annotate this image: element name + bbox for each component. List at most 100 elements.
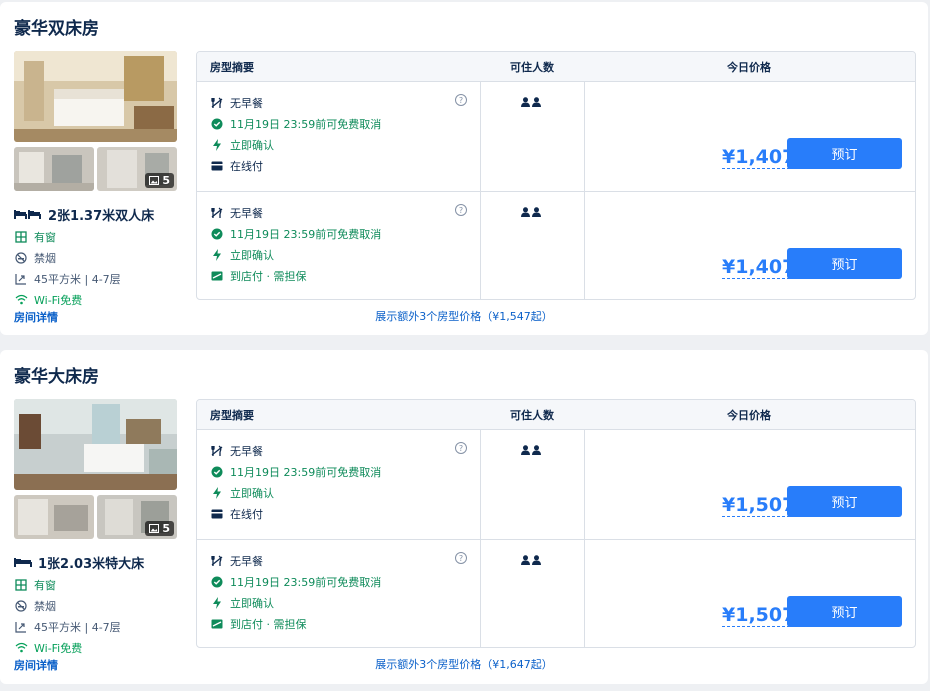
payment-info: 在线付 (210, 503, 381, 524)
wifi-info: Wi-Fi免费 (14, 637, 184, 658)
no-breakfast-icon (210, 206, 223, 219)
check-circle-icon (210, 575, 223, 588)
area-floor-info: 45平方米 | 4-7层 (14, 268, 184, 289)
book-button[interactable]: 预订 (787, 248, 902, 279)
rate-row: 无早餐 11月19日 23:59前可免费取消 立即确认 到店付 · 需担保 ? (197, 191, 915, 299)
rate-table-header: 房型摘要 可住人数 今日价格 (197, 400, 915, 429)
guest-count (521, 96, 541, 110)
room-photo-thumb-bath[interactable] (14, 147, 94, 191)
person-icon (521, 206, 530, 220)
help-icon[interactable]: ? (455, 204, 467, 216)
instant-confirm: 立即确认 (210, 134, 381, 155)
window-info: 有窗 (14, 226, 184, 247)
guest-count (521, 206, 541, 220)
more-rates-link[interactable]: 展示额外3个房型价格（¥1,647起） (0, 656, 928, 672)
price[interactable]: ¥1,407 (722, 146, 796, 169)
check-circle-icon (210, 465, 223, 478)
header-summary: 房型摘要 (210, 60, 254, 74)
lightning-icon (210, 248, 223, 261)
pay-at-hotel-icon (210, 269, 223, 282)
price[interactable]: ¥1,507 (722, 494, 796, 517)
price[interactable]: ¥1,507 (722, 604, 796, 627)
image-icon (149, 524, 160, 533)
image-icon (149, 176, 160, 185)
person-icon (521, 444, 530, 458)
meal-info: 无早餐 (210, 92, 381, 113)
book-button[interactable]: 预订 (787, 486, 902, 517)
wifi-icon (14, 293, 28, 307)
cancel-policy: 11月19日 23:59前可免费取消 (210, 113, 381, 134)
no-smoking-icon (14, 599, 28, 613)
window-icon (14, 578, 28, 592)
room-card-deluxe-king: 豪华大床房 5 1张2.03米特大床 有窗 禁烟 45平方米 | 4-7层 Wi… (0, 350, 928, 684)
check-circle-icon (210, 227, 223, 240)
rate-policy: 无早餐 11月19日 23:59前可免费取消 立即确认 到店付 · 需担保 (210, 550, 381, 634)
lightning-icon (210, 138, 223, 151)
rate-policy: 无早餐 11月19日 23:59前可免费取消 立即确认 到店付 · 需担保 (210, 202, 381, 286)
smoking-info: 禁烟 (14, 595, 184, 616)
room-card-deluxe-twin: 豪华双床房 5 2张1.37米双人床 有窗 禁烟 45平方米 | 4-7层 Wi… (0, 2, 928, 335)
room-photo-thumb-shower[interactable]: 5 (97, 147, 177, 191)
cancel-policy: 11月19日 23:59前可免费取消 (210, 571, 381, 592)
header-price: 今日价格 (727, 408, 771, 422)
room-photo-thumb-shower[interactable]: 5 (97, 495, 177, 539)
rate-table-header: 房型摘要 可住人数 今日价格 (197, 52, 915, 81)
area-icon (14, 272, 28, 286)
person-icon (532, 96, 541, 110)
bed-info: 1张2.03米特大床 (14, 550, 184, 574)
room-photo-main[interactable] (14, 51, 177, 142)
room-title: 豪华大床房 (14, 367, 99, 387)
rate-policy: 无早餐 11月19日 23:59前可免费取消 立即确认 在线付 (210, 92, 381, 176)
help-icon[interactable]: ? (455, 552, 467, 564)
payment-info: 到店付 · 需担保 (210, 613, 381, 634)
no-breakfast-icon (210, 444, 223, 457)
smoking-info: 禁烟 (14, 247, 184, 268)
rate-row: 无早餐 11月19日 23:59前可免费取消 立即确认 在线付 ? (197, 81, 915, 191)
person-icon (532, 206, 541, 220)
help-icon[interactable]: ? (455, 442, 467, 454)
lightning-icon (210, 486, 223, 499)
photo-count-badge: 5 (145, 173, 174, 188)
guest-count (521, 444, 541, 458)
room-photo-thumb-bath[interactable] (14, 495, 94, 539)
person-icon (532, 554, 541, 568)
meal-info: 无早餐 (210, 440, 381, 461)
price[interactable]: ¥1,407 (722, 256, 796, 279)
guest-count (521, 554, 541, 568)
window-info: 有窗 (14, 574, 184, 595)
instant-confirm: 立即确认 (210, 482, 381, 503)
person-icon (521, 96, 530, 110)
no-breakfast-icon (210, 96, 223, 109)
room-facts: 2张1.37米双人床 有窗 禁烟 45平方米 | 4-7层 Wi-Fi免费 (14, 202, 184, 310)
header-occupancy: 可住人数 (510, 60, 554, 74)
help-icon[interactable]: ? (455, 94, 467, 106)
card-icon (210, 507, 223, 520)
rate-row: 无早餐 11月19日 23:59前可免费取消 立即确认 在线付 ? (197, 429, 915, 539)
instant-confirm: 立即确认 (210, 592, 381, 613)
rate-policy: 无早餐 11月19日 23:59前可免费取消 立即确认 在线付 (210, 440, 381, 524)
room-facts: 1张2.03米特大床 有窗 禁烟 45平方米 | 4-7层 Wi-Fi免费 (14, 550, 184, 658)
rate-table: 房型摘要 可住人数 今日价格 无早餐 11月19日 23:59前可免费取消 立即… (196, 399, 916, 648)
meal-info: 无早餐 (210, 202, 381, 223)
cancel-policy: 11月19日 23:59前可免费取消 (210, 223, 381, 244)
area-icon (14, 620, 28, 634)
meal-info: 无早餐 (210, 550, 381, 571)
cancel-policy: 11月19日 23:59前可免费取消 (210, 461, 381, 482)
room-photo-main[interactable] (14, 399, 177, 490)
no-smoking-icon (14, 251, 28, 265)
book-button[interactable]: 预订 (787, 138, 902, 169)
card-icon (210, 159, 223, 172)
payment-info: 到店付 · 需担保 (210, 265, 381, 286)
person-icon (521, 554, 530, 568)
header-occupancy: 可住人数 (510, 408, 554, 422)
twin-bed-icon (14, 207, 42, 221)
rate-table: 房型摘要 可住人数 今日价格 无早餐 11月19日 23:59前可免费取消 立即… (196, 51, 916, 300)
instant-confirm: 立即确认 (210, 244, 381, 265)
more-rates-link[interactable]: 展示额外3个房型价格（¥1,547起） (0, 308, 928, 324)
bed-info: 2张1.37米双人床 (14, 202, 184, 226)
room-title: 豪华双床房 (14, 19, 99, 39)
payment-info: 在线付 (210, 155, 381, 176)
book-button[interactable]: 预订 (787, 596, 902, 627)
area-floor-info: 45平方米 | 4-7层 (14, 616, 184, 637)
lightning-icon (210, 596, 223, 609)
